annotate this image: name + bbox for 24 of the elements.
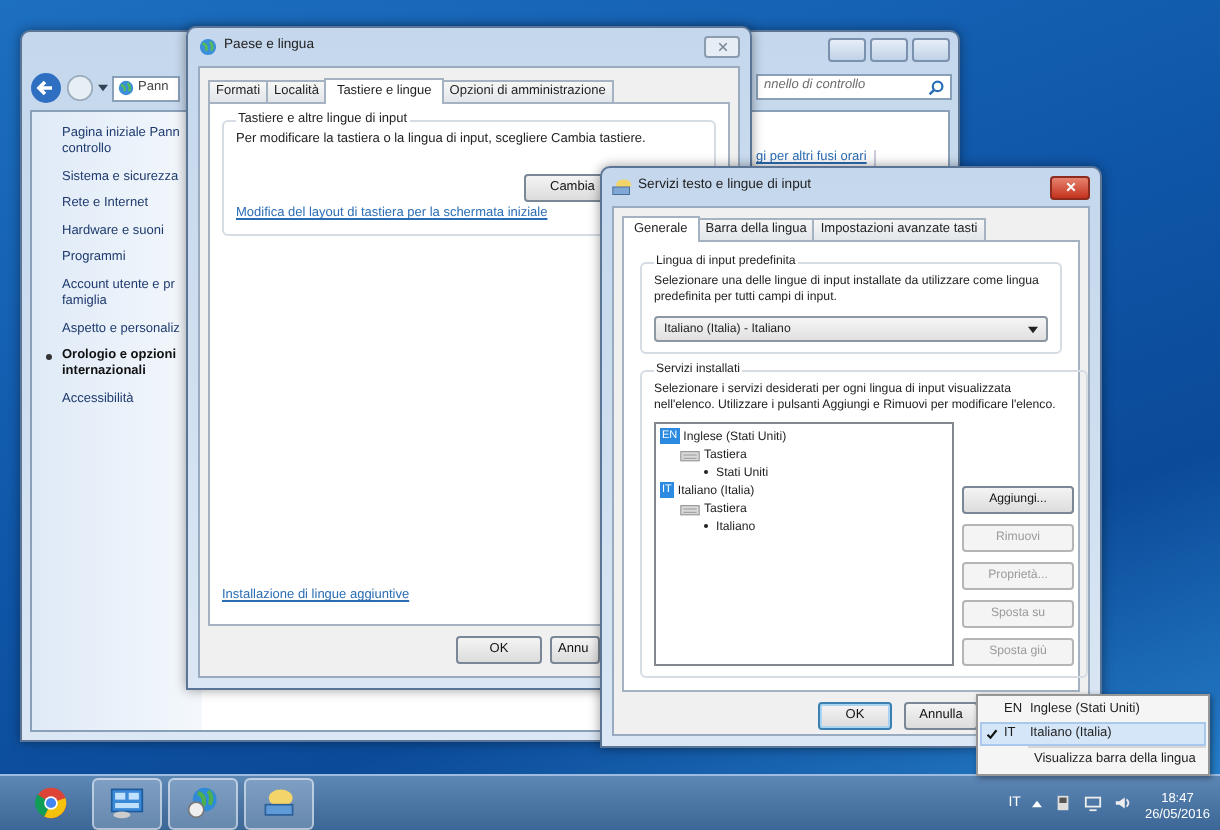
globe-icon [118,80,134,96]
maximize-button[interactable] [870,38,908,62]
checkmark-icon [986,728,998,740]
globe-clock-icon [186,786,220,820]
keyboard-icon [680,447,700,462]
keyboard-icon [680,501,700,516]
dropdown-caret-icon [1028,325,1038,334]
close-icon [717,42,727,52]
taskbar-button[interactable] [92,777,162,829]
globe-icon [198,38,218,56]
minimize-button[interactable] [828,38,866,62]
dropdown-caret-icon[interactable] [98,84,108,92]
close-icon [1065,182,1075,192]
control-panel-icon [110,786,144,820]
show-hidden-icons-icon[interactable] [1032,799,1043,807]
browser-icon [34,786,68,820]
close-button[interactable] [1050,175,1090,199]
keyboard-icon [262,786,296,820]
taskbar-button[interactable] [244,777,314,829]
speaker-icon[interactable] [1114,794,1133,812]
taskbar-button[interactable] [168,777,238,829]
network-icon[interactable] [1084,794,1103,812]
search-icon [928,79,944,95]
keyboard-icon [612,178,632,196]
